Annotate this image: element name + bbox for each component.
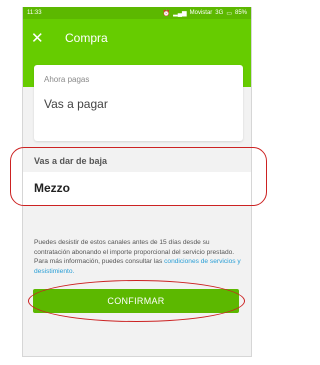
status-indicators: ⏰ ▂▄▆ Movistar 3G ▭ 85%: [163, 10, 247, 17]
status-bar: 11:33 ⏰ ▂▄▆ Movistar 3G ▭ 85%: [23, 7, 251, 19]
payment-label: Ahora pagas: [44, 75, 90, 84]
alarm-icon: ⏰: [162, 10, 171, 17]
status-operator: Movistar: [189, 10, 213, 16]
app-bar: ✕ Compra: [23, 19, 251, 57]
withdrawal-info: Puedes desistir de estos canales antes d…: [34, 238, 246, 276]
status-network: 3G: [215, 10, 224, 16]
battery-icon: ▭: [226, 10, 232, 17]
signal-icon: ▂▄▆: [173, 10, 187, 17]
payment-card: Ahora pagas Vas a pagar: [34, 65, 243, 141]
highlight-oval-unsubscribe: [10, 147, 267, 206]
payment-value: Vas a pagar: [44, 97, 108, 111]
highlight-oval-confirm: [28, 280, 245, 322]
status-time: 11:33: [27, 10, 42, 16]
page-title: Compra: [65, 31, 108, 45]
status-battery: 85%: [234, 10, 247, 16]
close-icon[interactable]: ✕: [31, 31, 51, 46]
